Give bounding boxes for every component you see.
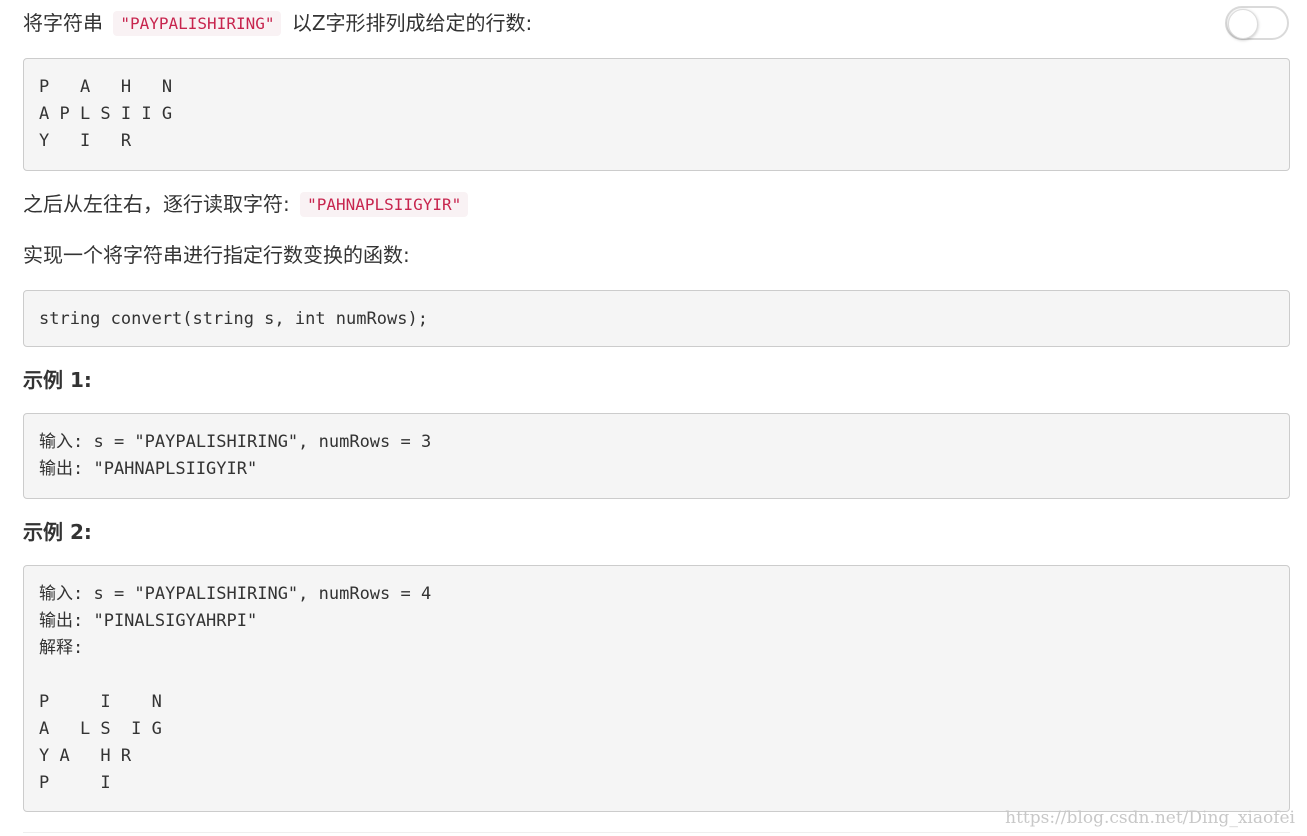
- intro-code: "PAYPALISHIRING": [113, 11, 282, 36]
- toggle-knob: [1228, 9, 1258, 39]
- signature-block: string convert(string s, int numRows);: [23, 290, 1290, 347]
- intro-suffix: 以Z字形排列成给定的行数:: [291, 11, 533, 35]
- intro-text: 将字符串 "PAYPALISHIRING" 以Z字形排列成给定的行数:: [23, 8, 532, 39]
- toggle-switch[interactable]: [1225, 6, 1289, 40]
- watermark: https://blog.csdn.net/Ding_xiaofei: [1005, 808, 1295, 828]
- read-line-code: "PAHNAPLSIIGYIR": [300, 192, 469, 217]
- implement-text: 实现一个将字符串进行指定行数变换的函数:: [23, 243, 410, 267]
- example1-block: 输入: s = "PAYPALISHIRING", numRows = 3 输出…: [23, 413, 1290, 499]
- divider: [23, 832, 1290, 833]
- read-line-text: 之后从左往右，逐行读取字符: "PAHNAPLSIIGYIR": [23, 189, 472, 220]
- intro-prefix: 将字符串: [23, 11, 103, 35]
- zigzag-example-block: P A H N A P L S I I G Y I R: [23, 58, 1290, 171]
- example1-heading: 示例 1:: [23, 368, 92, 392]
- read-line-prefix: 之后从左往右，逐行读取字符:: [23, 192, 290, 216]
- example2-heading: 示例 2:: [23, 520, 92, 544]
- example2-block: 输入: s = "PAYPALISHIRING", numRows = 4 输出…: [23, 565, 1290, 812]
